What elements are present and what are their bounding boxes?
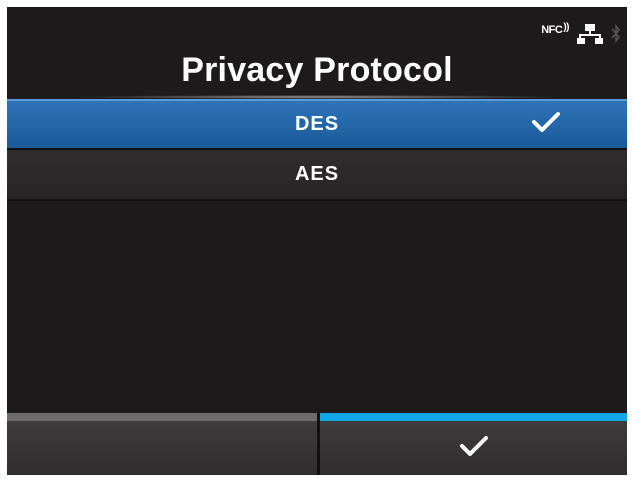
check-icon: [459, 435, 489, 462]
soft-key-bar: [7, 413, 627, 475]
nfc-icon: NFC)): [541, 22, 569, 36]
page-title: Privacy Protocol: [181, 51, 453, 89]
option-list: DES AES: [7, 99, 627, 201]
check-icon: [531, 111, 561, 139]
list-item-aes[interactable]: AES: [7, 150, 627, 201]
network-icon: [577, 23, 603, 45]
soft-key-left[interactable]: [7, 413, 317, 475]
list-item-label: DES: [294, 113, 340, 135]
list-item-label: AES: [294, 163, 340, 185]
confirm-button[interactable]: [320, 413, 627, 475]
nfc-label: NFC: [541, 24, 563, 36]
status-bar: NFC)): [541, 21, 621, 47]
printer-lcd-screen: NFC)) Privacy Protocol DES AES: [7, 7, 627, 475]
bluetooth-icon: [611, 23, 621, 45]
list-item-des[interactable]: DES: [7, 99, 627, 150]
